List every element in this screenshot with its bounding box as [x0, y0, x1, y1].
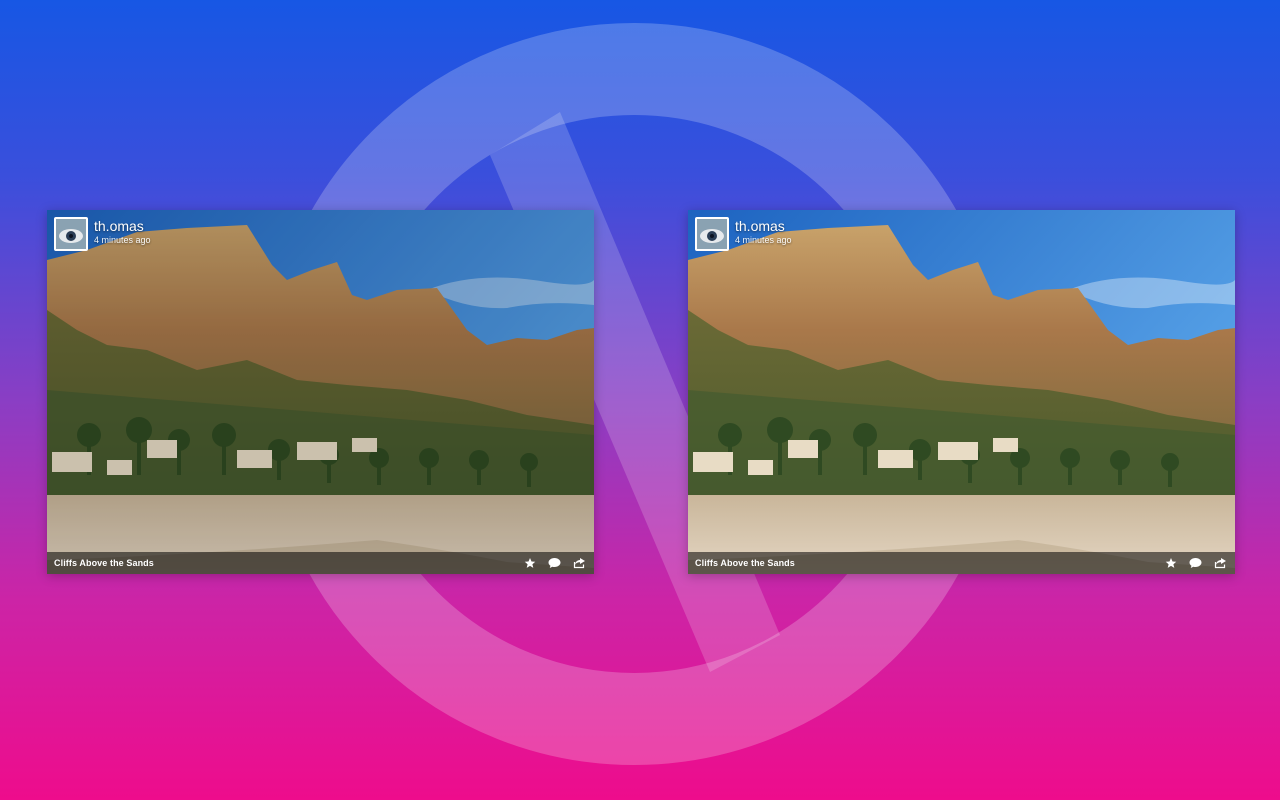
star-icon[interactable] — [1163, 556, 1178, 571]
post-header: th.omas 4 minutes ago — [54, 217, 151, 255]
photo-card-enhanced[interactable]: th.omas 4 minutes ago Cliffs Above the S… — [688, 210, 1235, 574]
avatar[interactable] — [695, 217, 729, 251]
avatar[interactable] — [54, 217, 88, 251]
share-icon[interactable] — [1213, 556, 1228, 571]
post-timestamp: 4 minutes ago — [94, 235, 151, 245]
post-header: th.omas 4 minutes ago — [695, 217, 792, 255]
photo-footer-bar: Cliffs Above the Sands — [47, 552, 594, 574]
post-timestamp: 4 minutes ago — [735, 235, 792, 245]
avatar-image — [697, 219, 727, 249]
avatar-image — [56, 219, 86, 249]
username[interactable]: th.omas — [94, 218, 151, 234]
photo-caption: Cliffs Above the Sands — [54, 558, 154, 568]
comment-icon[interactable] — [547, 556, 562, 571]
photo-footer-bar: Cliffs Above the Sands — [688, 552, 1235, 574]
star-icon[interactable] — [522, 556, 537, 571]
username[interactable]: th.omas — [735, 218, 792, 234]
photo-image[interactable] — [47, 210, 594, 574]
photo-card-original[interactable]: th.omas 4 minutes ago Cliffs Above the S… — [47, 210, 594, 574]
share-icon[interactable] — [572, 556, 587, 571]
photo-caption: Cliffs Above the Sands — [695, 558, 795, 568]
comment-icon[interactable] — [1188, 556, 1203, 571]
photo-image[interactable] — [688, 210, 1235, 574]
